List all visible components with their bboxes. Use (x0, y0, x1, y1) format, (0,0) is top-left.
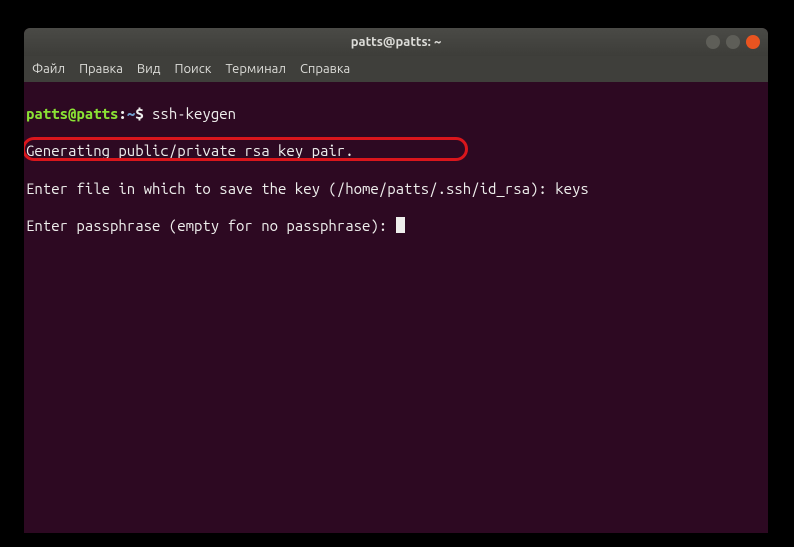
minimize-button[interactable] (706, 35, 720, 49)
menu-edit[interactable]: Правка (79, 62, 123, 76)
titlebar: patts@patts: ~ (24, 28, 768, 56)
window-controls (706, 35, 760, 49)
menu-file[interactable]: Файл (32, 62, 65, 76)
prompt-path: ~ (127, 105, 135, 122)
prompt-separator: : (118, 105, 126, 122)
passphrase-prompt: Enter passphrase (empty for no passphras… (26, 217, 396, 234)
cursor-icon (396, 217, 405, 233)
prompt-dollar: $ (135, 105, 143, 122)
terminal-output-line: Generating public/private rsa key pair. (26, 142, 766, 161)
command-text: ssh-keygen (144, 105, 236, 122)
menu-terminal[interactable]: Терминал (225, 62, 285, 76)
menu-search[interactable]: Поиск (174, 62, 211, 76)
menu-view[interactable]: Вид (137, 62, 161, 76)
prompt-user-host: patts@patts (26, 105, 118, 122)
terminal-window: patts@patts: ~ Файл Правка Вид Поиск Тер… (24, 28, 768, 533)
window-title: patts@patts: ~ (351, 35, 442, 49)
terminal-line: patts@patts:~$ ssh-keygen (26, 105, 766, 124)
close-button[interactable] (746, 35, 760, 49)
terminal-output-line: Enter file in which to save the key (/ho… (26, 180, 766, 199)
maximize-button[interactable] (726, 35, 740, 49)
menu-help[interactable]: Справка (300, 62, 350, 76)
terminal-output-line: Enter passphrase (empty for no passphras… (26, 217, 766, 236)
terminal-body[interactable]: patts@patts:~$ ssh-keygen Generating pub… (24, 82, 768, 533)
menubar: Файл Правка Вид Поиск Терминал Справка (24, 56, 768, 82)
